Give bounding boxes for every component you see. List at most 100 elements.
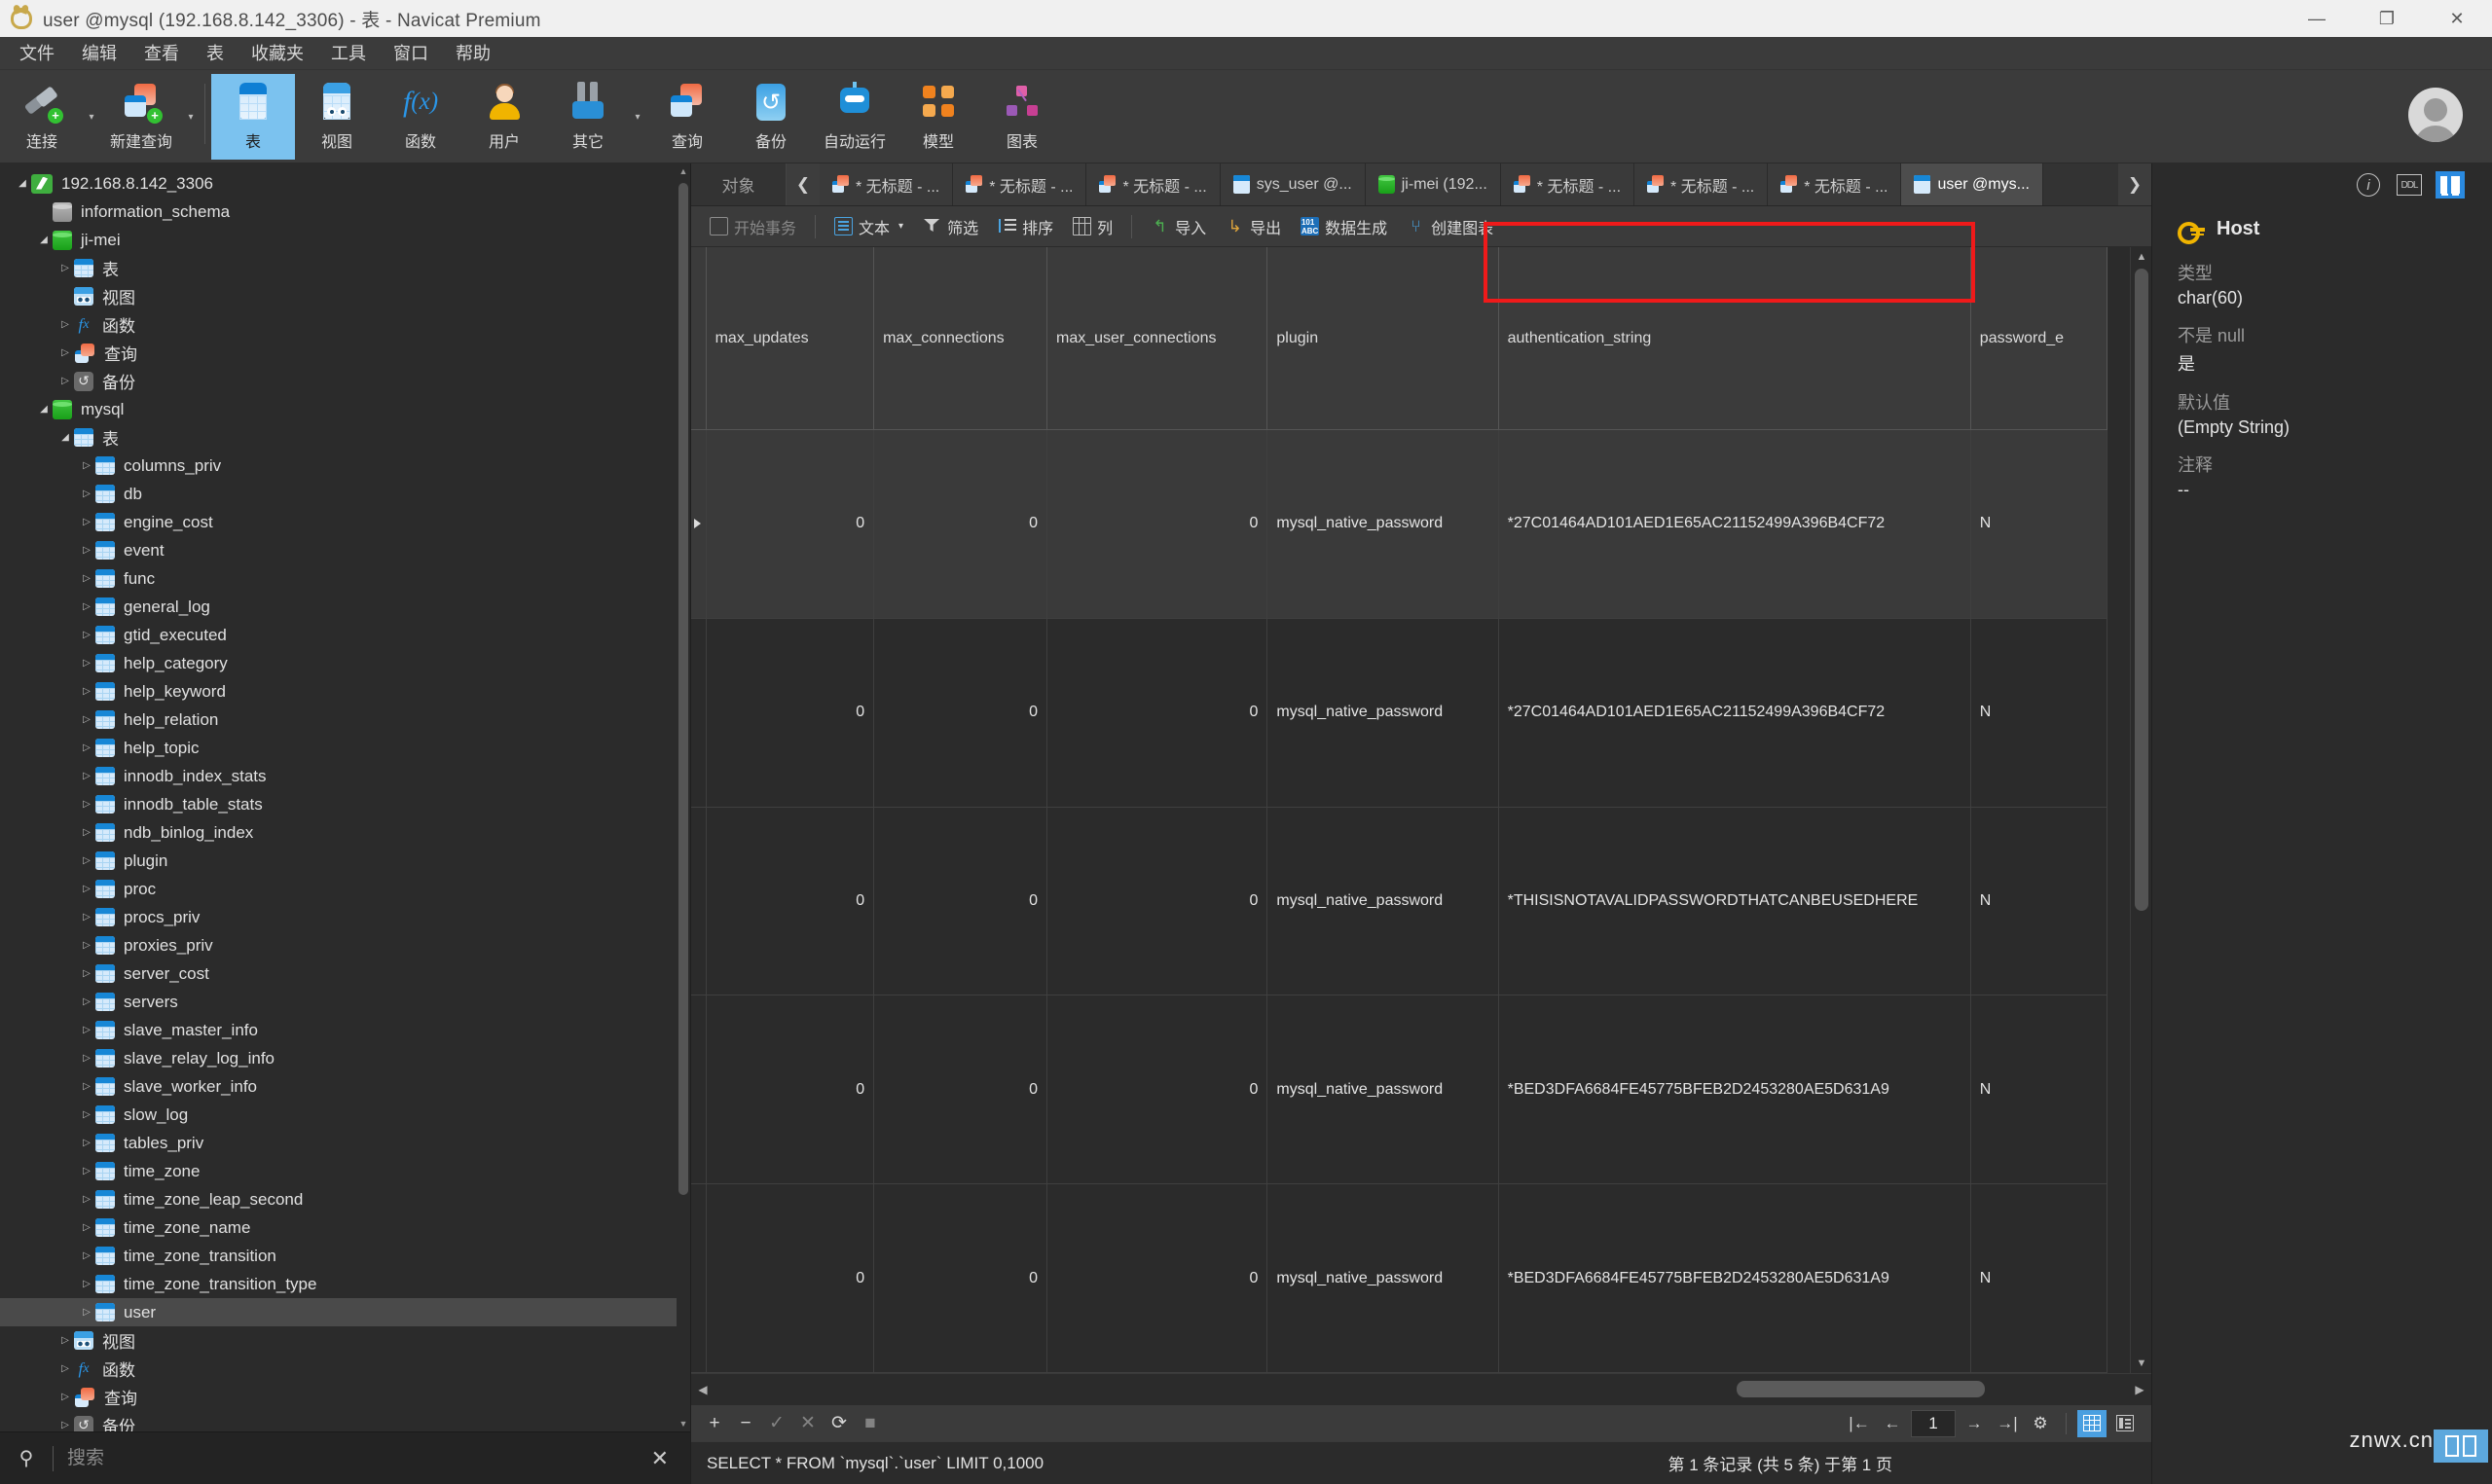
twisty-closed-icon[interactable]: ▷ — [78, 514, 95, 531]
twisty-closed-icon[interactable]: ▷ — [78, 457, 95, 475]
cell-authentication_string[interactable]: *27C01464AD101AED1E65AC21152499A396B4CF7… — [1498, 618, 1971, 808]
grid-button-transaction[interactable]: 开始事务 — [701, 211, 805, 242]
grid-button-import[interactable]: ↰ 导入 — [1142, 211, 1215, 242]
cell-max_connections[interactable]: 0 — [873, 429, 1047, 619]
grid-scroll-right-icon[interactable]: ▶ — [2128, 1383, 2151, 1396]
cell-max_updates[interactable]: 0 — [706, 995, 875, 1185]
twisty-closed-icon[interactable]: ▷ — [78, 1248, 95, 1265]
tree-node-[interactable]: ▷ 查询 — [0, 1383, 690, 1411]
cell-max_updates[interactable]: 0 — [706, 429, 875, 619]
tab-columns[interactable] — [2436, 171, 2465, 199]
twisty-closed-icon[interactable]: ▷ — [78, 1219, 95, 1237]
menu-item-6[interactable]: 窗口 — [380, 37, 442, 70]
column-header[interactable]: authentication_string — [1498, 247, 1971, 431]
twisty-closed-icon[interactable]: ▷ — [78, 937, 95, 955]
tree-node-time_zone_transition[interactable]: ▷ time_zone_transition — [0, 1242, 690, 1270]
twisty-closed-icon[interactable]: ▷ — [78, 655, 95, 672]
search-input[interactable] — [67, 1447, 643, 1469]
twisty-closed-icon[interactable]: ▷ — [78, 796, 95, 814]
object-tree[interactable]: ▲ ▼ ◢ 192.168.8.142_3306 information_schem… — [0, 163, 690, 1431]
twisty-closed-icon[interactable]: ▷ — [78, 1078, 95, 1096]
grid-vertical-scrollbar[interactable]: ▲ ▼ — [2130, 247, 2151, 1373]
toolbar-button-chart[interactable]: 图表 — [980, 74, 1064, 160]
cell-max_user_connections[interactable]: 0 — [1046, 618, 1268, 808]
stop-button[interactable]: ■ — [857, 1410, 884, 1437]
tree-node-user[interactable]: ▷ user — [0, 1298, 690, 1326]
grid-vscroll-thumb[interactable] — [2135, 269, 2148, 911]
grid-scroll-left-icon[interactable]: ◀ — [691, 1383, 715, 1396]
twisty-closed-icon[interactable]: ▷ — [78, 1163, 95, 1180]
cell-max_updates[interactable]: 0 — [706, 618, 875, 808]
twisty-closed-icon[interactable]: ▷ — [56, 1417, 74, 1432]
tree-node-help_keyword[interactable]: ▷ help_keyword — [0, 677, 690, 706]
twisty-open-icon[interactable]: ◢ — [56, 429, 74, 447]
twisty-closed-icon[interactable]: ▷ — [78, 909, 95, 926]
twisty-closed-icon[interactable]: ▷ — [56, 1332, 74, 1350]
column-header[interactable]: max_connections — [873, 247, 1047, 431]
cell-max_user_connections[interactable]: 0 — [1046, 1183, 1268, 1373]
twisty-closed-icon[interactable]: ▷ — [56, 1360, 74, 1378]
twisty-closed-icon[interactable]: ▷ — [78, 1276, 95, 1293]
next-page-button[interactable]: → — [1960, 1410, 1989, 1437]
tree-node-db[interactable]: ▷ db — [0, 480, 690, 508]
cell-password_e[interactable]: N — [1970, 807, 2108, 996]
editor-tab-6[interactable]: * 无标题 - ... — [1634, 163, 1769, 205]
grid-button-data-generation[interactable]: 101 ABC 数据生成 — [1292, 211, 1396, 242]
twisty-closed-icon[interactable]: ▷ — [78, 852, 95, 870]
tree-node-servers[interactable]: ▷ servers — [0, 988, 690, 1016]
twisty-closed-icon[interactable]: ▷ — [78, 683, 95, 701]
twisty-closed-icon[interactable]: ▷ — [78, 965, 95, 983]
tree-node-help_category[interactable]: ▷ help_category — [0, 649, 690, 677]
twisty-none[interactable] — [56, 288, 74, 306]
cell-max_connections[interactable]: 0 — [873, 995, 1047, 1185]
refresh-button[interactable]: ⟳ — [825, 1410, 853, 1437]
apply-change-button[interactable]: ✓ — [763, 1410, 790, 1437]
prev-page-button[interactable]: ← — [1878, 1410, 1907, 1437]
tree-node-func[interactable]: ▷ func — [0, 564, 690, 593]
tree-node-help_relation[interactable]: ▷ help_relation — [0, 706, 690, 734]
cell-max_user_connections[interactable]: 0 — [1046, 429, 1268, 619]
tree-node-mysql[interactable]: ◢ mysql — [0, 395, 690, 423]
twisty-closed-icon[interactable]: ▷ — [78, 486, 95, 503]
cell-password_e[interactable]: N — [1970, 429, 2108, 619]
cell-authentication_string[interactable]: *THISISNOTAVALIDPASSWORDTHATCANBEUSEDHER… — [1498, 807, 1971, 996]
table-row[interactable]: 0 0 0 mysql_native_password *THISISNOTAVALID… — [691, 807, 2108, 996]
cell-plugin[interactable]: mysql_native_password — [1266, 807, 1499, 996]
tree-node-general_log[interactable]: ▷ general_log — [0, 593, 690, 621]
twisty-closed-icon[interactable]: ▷ — [78, 1304, 95, 1321]
tree-node-[interactable]: ▷ 视图 — [0, 1326, 690, 1355]
cell-max_connections[interactable]: 0 — [873, 1183, 1047, 1373]
table-row[interactable]: 0 0 0 mysql_native_password *BED3DFA6684FE45… — [691, 995, 2108, 1185]
twisty-closed-icon[interactable]: ▷ — [56, 1389, 74, 1406]
first-page-button[interactable]: |← — [1845, 1410, 1874, 1437]
data-grid[interactable]: max_updates max_connections max_user_conne… — [691, 247, 2108, 1373]
twisty-none[interactable] — [35, 203, 53, 221]
tree-node-server_cost[interactable]: ▷ server_cost — [0, 959, 690, 988]
tree-node-[interactable]: ◢ 表 — [0, 423, 690, 452]
delete-record-button[interactable]: − — [732, 1410, 759, 1437]
menu-item-0[interactable]: 文件 — [6, 37, 68, 70]
tree-node-[interactable]: ▷ ↺ 备份 — [0, 1411, 690, 1431]
twisty-closed-icon[interactable]: ▷ — [78, 1106, 95, 1124]
form-view-toggle[interactable] — [2110, 1410, 2140, 1437]
tree-node-event[interactable]: ▷ event — [0, 536, 690, 564]
twisty-closed-icon[interactable]: ▷ — [56, 344, 74, 362]
grid-button-create-chart[interactable]: ⑂ 创建图表 — [1398, 211, 1502, 242]
table-row[interactable]: 0 0 0 mysql_native_password *27C01464AD101AE… — [691, 429, 2108, 619]
cell-max_updates[interactable]: 0 — [706, 807, 875, 996]
menu-item-3[interactable]: 表 — [193, 37, 238, 70]
page-number-input[interactable]: 1 — [1911, 1409, 1956, 1437]
tree-node-information_schema[interactable]: information_schema — [0, 198, 690, 226]
tree-node-[interactable]: 视图 — [0, 282, 690, 310]
twisty-closed-icon[interactable]: ▷ — [78, 711, 95, 729]
cell-max_connections[interactable]: 0 — [873, 618, 1047, 808]
tree-scroll-thumb[interactable] — [678, 183, 688, 1195]
grid-settings-button[interactable]: ⚙ — [2026, 1410, 2055, 1437]
grid-button-filter[interactable]: 筛选 — [914, 211, 987, 242]
editor-tab-5[interactable]: * 无标题 - ... — [1500, 163, 1635, 205]
cell-authentication_string[interactable]: *BED3DFA6684FE45775BFEB2D2453280AE5D631A… — [1498, 995, 1971, 1185]
menu-item-4[interactable]: 收藏夹 — [238, 37, 317, 70]
menu-item-1[interactable]: 编辑 — [68, 37, 130, 70]
tree-node-slave_worker_info[interactable]: ▷ slave_worker_info — [0, 1072, 690, 1101]
tree-node-[interactable]: ▷ 表 — [0, 254, 690, 282]
